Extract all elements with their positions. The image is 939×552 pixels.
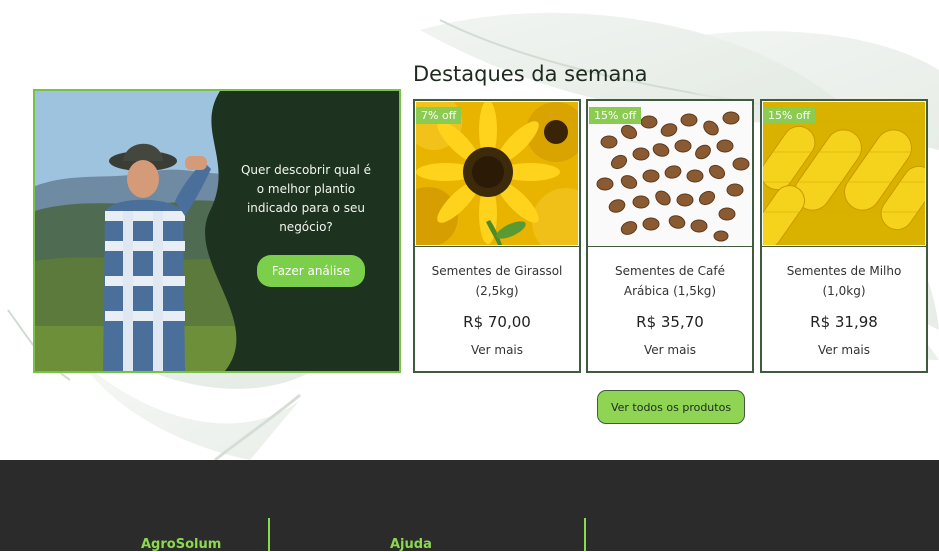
product-price: R$ 35,70 <box>636 313 704 331</box>
product-name: Sementes de Milho (1,0kg) <box>786 264 902 298</box>
product-card-coffee[interactable]: 15% off Sementes de Café Arábica (1,5kg)… <box>586 99 754 373</box>
footer-divider <box>584 518 586 551</box>
card-divider <box>588 246 752 247</box>
product-name: Sementes de Girassol (2,5kg) <box>431 264 563 298</box>
product-price: R$ 70,00 <box>463 313 531 331</box>
promo-banner: Quer descobrir qual é o melhor plantio i… <box>33 89 401 373</box>
product-name: Sementes de Café Arábica (1,5kg) <box>615 264 725 298</box>
footer-title-agrosolum: AgroSolum <box>141 537 222 552</box>
discount-badge: 15% off <box>589 107 642 124</box>
analyze-button[interactable]: Fazer análise <box>257 255 365 287</box>
see-more-link[interactable]: Ver mais <box>415 343 579 357</box>
card-divider <box>415 246 579 247</box>
footer-title-ajuda: Ajuda <box>390 537 432 552</box>
product-price: R$ 31,98 <box>810 313 878 331</box>
see-more-link[interactable]: Ver mais <box>588 343 752 357</box>
promo-text: Quer descobrir qual é o melhor plantio i… <box>240 163 372 234</box>
footer: AgroSolum Ajuda <box>0 460 939 552</box>
product-card-sunflower[interactable]: 7% off Sementes de Girassol (2,5kg) R$ 7… <box>413 99 581 373</box>
discount-badge: 15% off <box>763 107 816 124</box>
footer-divider <box>268 518 270 551</box>
section-title: Destaques da semana <box>413 62 648 86</box>
see-more-link[interactable]: Ver mais <box>762 343 926 357</box>
view-all-products-button[interactable]: Ver todos os produtos <box>597 390 745 424</box>
discount-badge: 7% off <box>416 107 462 124</box>
card-divider <box>762 246 926 247</box>
product-card-corn[interactable]: 15% off Sementes de Milho (1,0kg) R$ 31,… <box>760 99 928 373</box>
